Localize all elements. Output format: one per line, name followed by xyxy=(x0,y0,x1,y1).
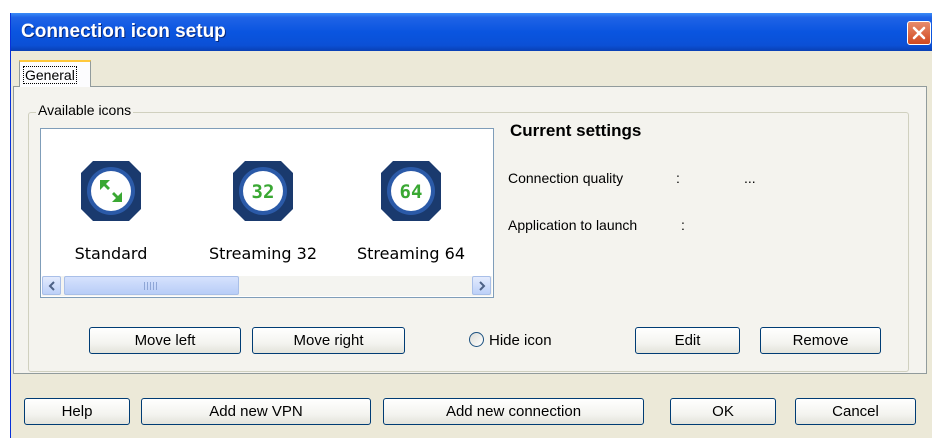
scrollbar-thumb[interactable] xyxy=(64,276,239,295)
icon-item-streaming-64[interactable]: 64 Streaming 64 xyxy=(341,159,481,263)
scroll-left-button[interactable] xyxy=(42,276,61,295)
connection-quality-value: ... xyxy=(744,170,756,186)
add-new-vpn-button[interactable]: Add new VPN xyxy=(141,398,371,425)
connection-quality-label: Connection quality xyxy=(508,170,624,186)
ok-button[interactable]: OK xyxy=(670,398,776,425)
icon-list[interactable]: Standard 32 Streaming 32 64 Streaming 64 xyxy=(40,128,494,298)
add-new-connection-button[interactable]: Add new connection xyxy=(383,398,644,425)
cancel-button[interactable]: Cancel xyxy=(795,398,916,425)
hide-icon-radio[interactable] xyxy=(469,332,484,347)
move-left-button[interactable]: Move left xyxy=(89,327,241,354)
edit-button[interactable]: Edit xyxy=(635,327,740,354)
tab-general[interactable]: General xyxy=(19,60,91,87)
icon-label: Streaming 64 xyxy=(356,244,466,263)
move-right-button[interactable]: Move right xyxy=(252,327,405,354)
scroll-right-button[interactable] xyxy=(472,276,491,295)
icon-item-standard[interactable]: Standard xyxy=(41,159,181,263)
standard-arrows-icon xyxy=(81,161,141,221)
connection-quality-separator: : xyxy=(676,170,680,186)
horizontal-scrollbar[interactable] xyxy=(42,276,492,296)
window-title: Connection icon setup xyxy=(21,21,226,42)
close-icon xyxy=(912,26,926,40)
close-button[interactable] xyxy=(907,21,931,45)
title-bar[interactable]: Connection icon setup xyxy=(11,13,932,51)
available-icons-label: Available icons xyxy=(36,102,134,118)
chevron-right-icon xyxy=(478,281,485,291)
grip-icon xyxy=(144,282,158,290)
remove-button[interactable]: Remove xyxy=(760,327,881,354)
badge-text: 64 xyxy=(400,181,423,203)
application-to-launch-label: Application to launch xyxy=(508,217,638,233)
help-button[interactable]: Help xyxy=(24,398,130,425)
streaming-64-icon: 64 xyxy=(381,161,441,221)
icon-label: Streaming 32 xyxy=(208,244,318,263)
badge-text: 32 xyxy=(252,181,275,203)
tab-general-label: General xyxy=(23,66,77,84)
streaming-32-icon: 32 xyxy=(233,161,293,221)
icon-label: Standard xyxy=(74,244,148,263)
application-to-launch-separator: : xyxy=(681,217,685,233)
icon-item-streaming-32[interactable]: 32 Streaming 32 xyxy=(193,159,333,263)
current-settings-title: Current settings xyxy=(510,121,642,140)
hide-icon-label[interactable]: Hide icon xyxy=(489,332,552,349)
chevron-left-icon xyxy=(48,281,55,291)
